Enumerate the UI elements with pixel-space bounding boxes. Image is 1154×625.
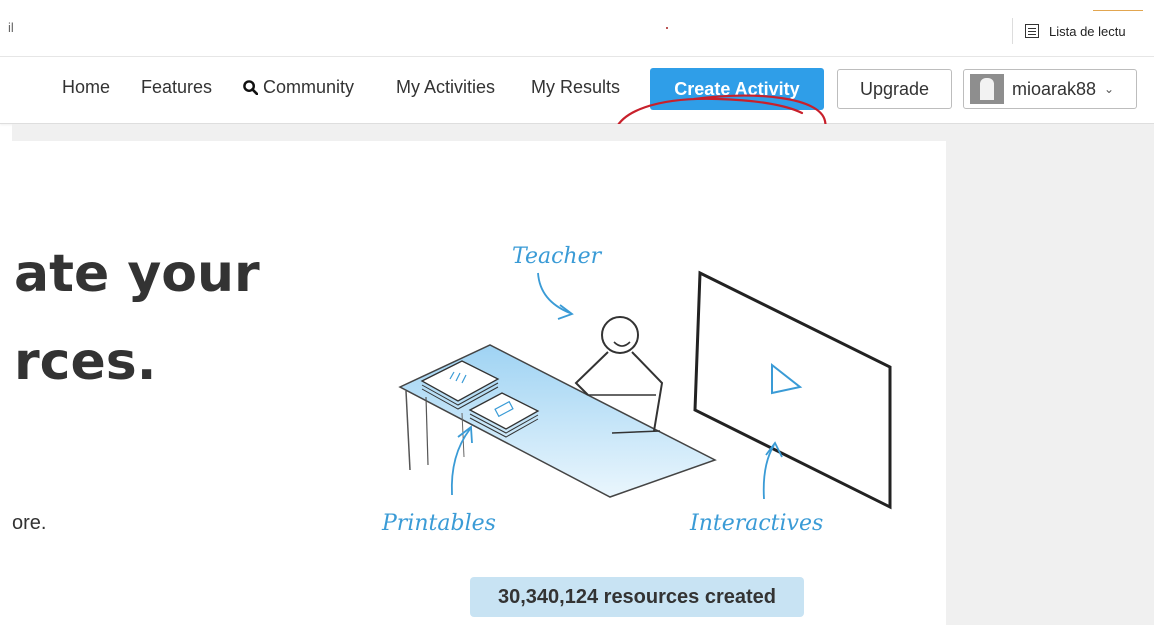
arrow-interactives — [762, 444, 775, 500]
nav-home[interactable]: Home — [62, 77, 110, 98]
illustration-label-interactives: Interactives — [689, 511, 823, 536]
reading-list-button[interactable]: Lista de lectu — [1012, 18, 1126, 44]
address-bar-fragment[interactable]: il — [8, 20, 14, 35]
avatar — [970, 74, 1004, 104]
hero-illustration: Teacher Printables Interactives — [381, 244, 892, 536]
nav-features[interactable]: Features — [141, 77, 212, 98]
reading-list-label: Lista de lectu — [1049, 23, 1126, 39]
site-nav: Home Features Community My Activities My… — [0, 57, 1154, 183]
browser-accent-line — [1093, 10, 1143, 11]
illustration-label-teacher: Teacher — [512, 244, 603, 269]
hero-subtext: ore. — [12, 512, 47, 534]
upgrade-button[interactable]: Upgrade — [837, 69, 952, 109]
browser-bar: il Lista de lectu — [0, 0, 1154, 57]
user-menu[interactable]: mioarak88 ⌄ — [963, 69, 1137, 109]
nav-my-activities[interactable]: My Activities — [396, 77, 495, 98]
stray-dot — [666, 27, 668, 29]
nav-community-label: Community — [263, 77, 355, 97]
hero-heading-line-2: rces. — [14, 332, 157, 392]
arrow-printables — [450, 428, 471, 496]
illustration-label-printables: Printables — [381, 511, 496, 536]
resources-created-badge: 30,340,124 resources created — [470, 577, 804, 617]
arrow-teacher — [537, 272, 571, 314]
search-icon — [243, 80, 258, 95]
hero-heading-line-1: ate your — [14, 244, 260, 304]
username: mioarak88 — [1012, 78, 1097, 99]
chevron-down-icon: ⌄ — [1104, 82, 1115, 96]
nav-community[interactable]: Community — [243, 77, 354, 98]
reading-list-icon — [1025, 24, 1039, 38]
